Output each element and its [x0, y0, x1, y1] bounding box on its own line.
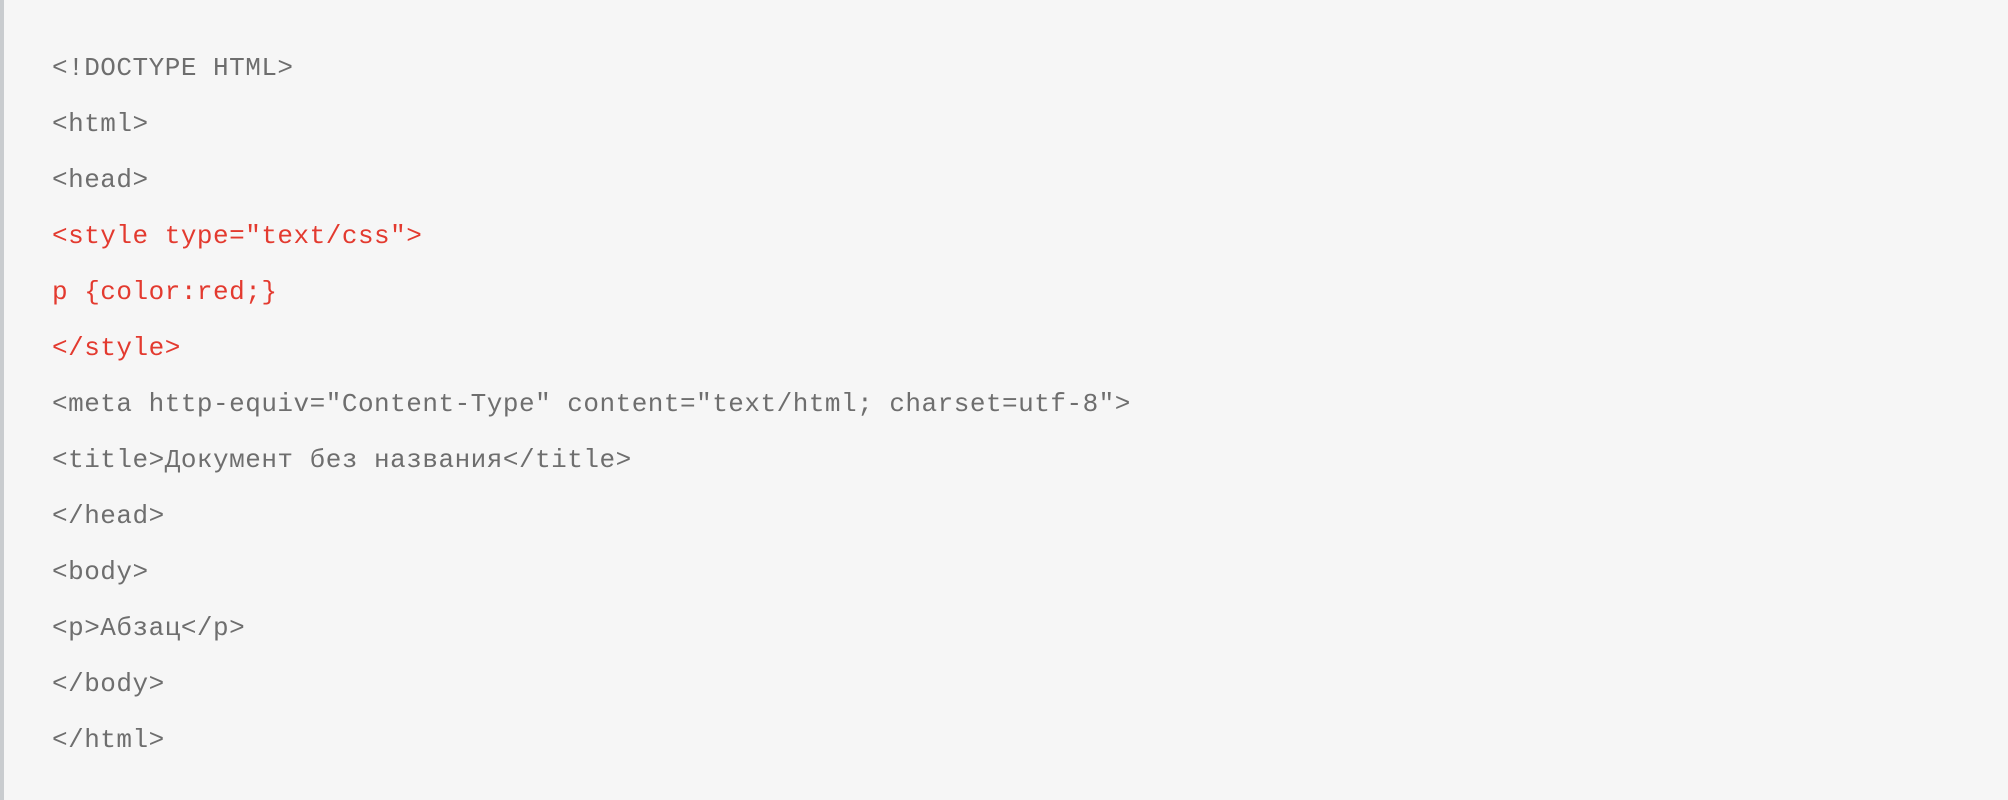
code-block: <!DOCTYPE HTML> <html> <head> <style typ…	[0, 0, 2008, 800]
code-line: </head>	[52, 488, 1968, 544]
code-line-highlight: </style>	[52, 320, 1968, 376]
code-line: <body>	[52, 544, 1968, 600]
code-line-highlight: <style type="text/css">	[52, 208, 1968, 264]
code-line-highlight: p {color:red;}	[52, 264, 1968, 320]
code-line: <!DOCTYPE HTML>	[52, 40, 1968, 96]
code-line: <title>Документ без названия</title>	[52, 432, 1968, 488]
code-line: </html>	[52, 712, 1968, 768]
code-line: <head>	[52, 152, 1968, 208]
code-line: <meta http-equiv="Content-Type" content=…	[52, 376, 1968, 432]
code-line: </body>	[52, 656, 1968, 712]
code-line: <p>Абзац</p>	[52, 600, 1968, 656]
code-line: <html>	[52, 96, 1968, 152]
